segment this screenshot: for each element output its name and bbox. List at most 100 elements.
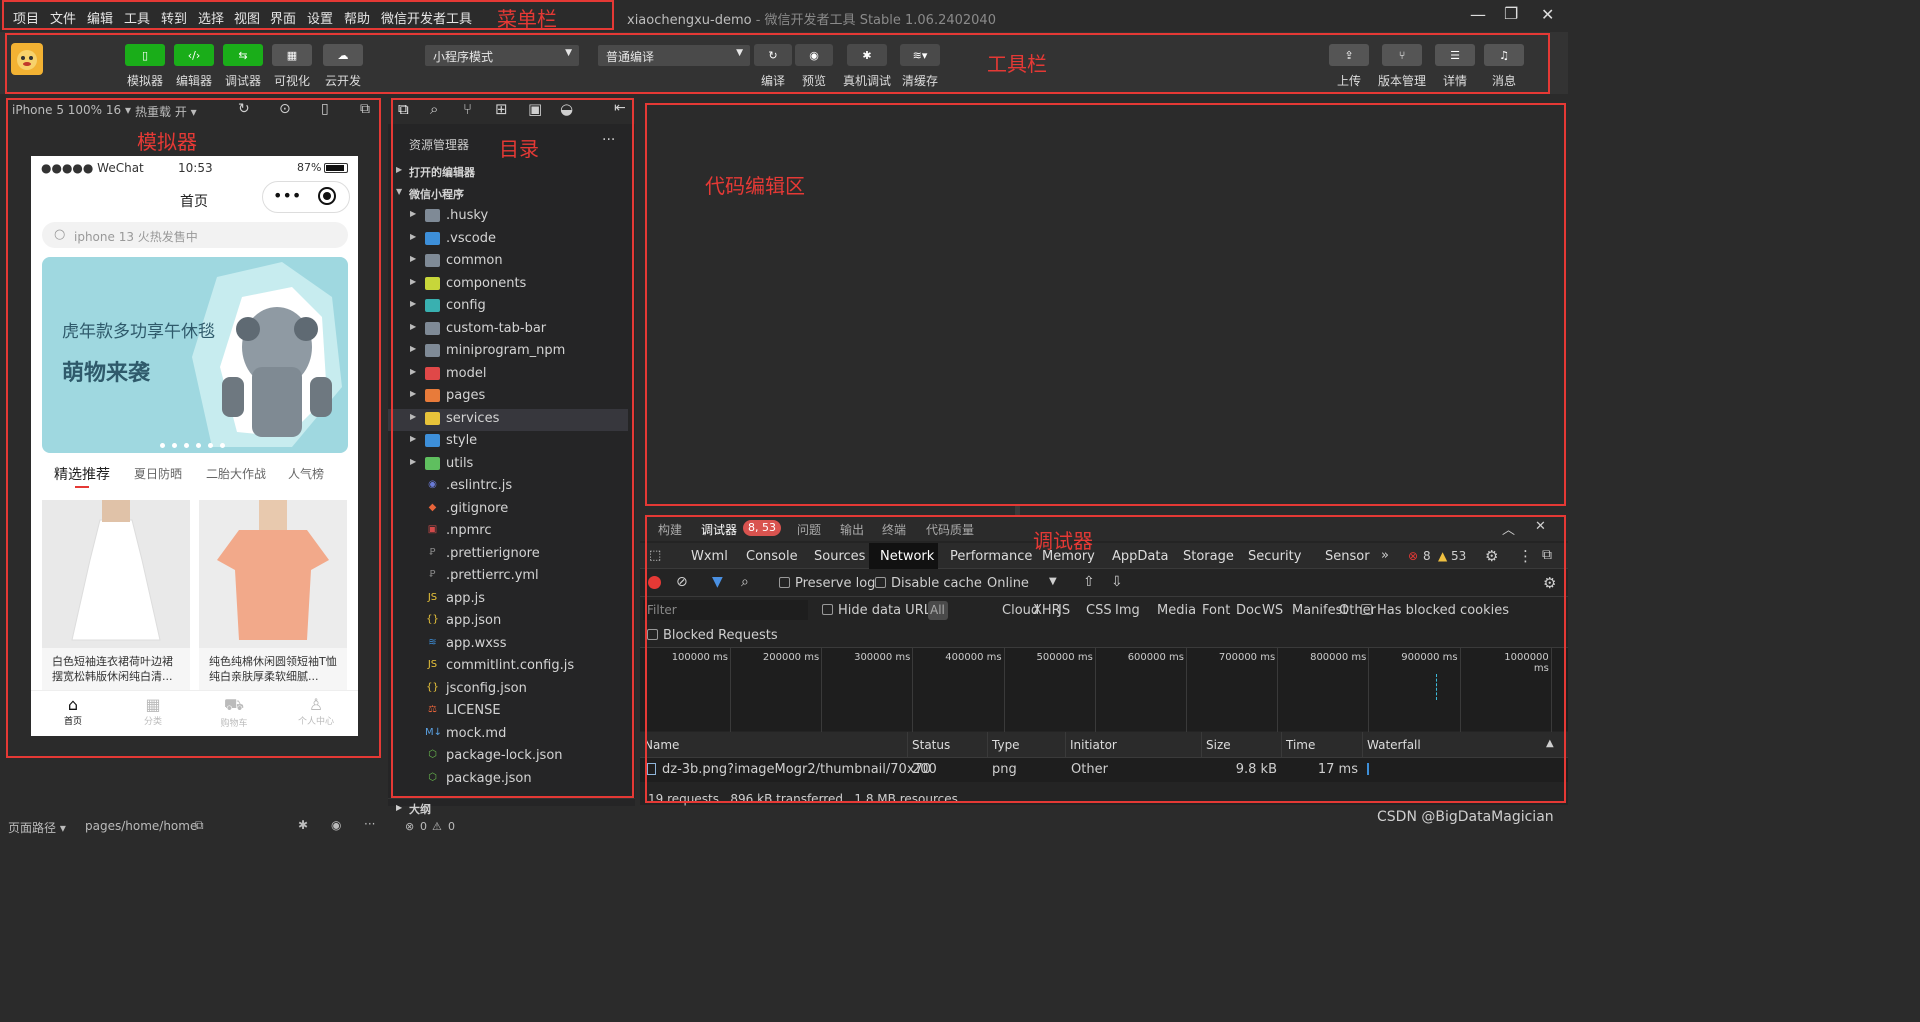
stop-icon[interactable]: ⊙ (279, 101, 291, 117)
type-filter-js[interactable]: JS (1058, 603, 1070, 618)
file-row[interactable]: {} jsconfig.json (388, 679, 628, 701)
tab-output[interactable]: 输出 (840, 521, 864, 538)
tabbar-category[interactable]: ▦ 分类 (133, 695, 173, 727)
messages-button[interactable]: ♫ (1484, 44, 1524, 66)
files-icon[interactable]: ⧉ (398, 100, 409, 118)
import-icon[interactable]: ⇧ (1083, 574, 1095, 590)
folder-row[interactable]: ▶ custom-tab-bar (388, 319, 628, 341)
capsule-menu[interactable]: ••• (262, 181, 350, 213)
chevron-up-icon[interactable]: ︿ (1502, 519, 1515, 538)
editor-toggle-button[interactable]: ‹/› (174, 44, 214, 66)
folder-row[interactable]: ▶ components (388, 274, 628, 296)
col-name[interactable]: Name (640, 732, 908, 758)
search-icon[interactable]: ⌕ (430, 100, 438, 118)
preserve-log-checkbox[interactable]: Preserve log (779, 576, 875, 591)
dock-icon[interactable]: ⧉ (1542, 547, 1552, 563)
folder-row[interactable]: ▶ miniprogram_npm (388, 341, 628, 363)
blocked-requests-checkbox[interactable]: Blocked Requests (647, 628, 778, 643)
col-time[interactable]: Time (1282, 732, 1363, 758)
tab-terminal[interactable]: 终端 (882, 521, 906, 538)
extensions-icon[interactable]: ⊞ (495, 100, 508, 118)
tabbar-home[interactable]: ⌂ 首页 (53, 695, 93, 727)
simulator-toggle-button[interactable]: ▯ (125, 44, 165, 66)
avatar[interactable] (11, 43, 43, 75)
tab-performance[interactable]: Performance (950, 549, 1032, 564)
maximize-icon[interactable]: ❐ (1504, 4, 1518, 23)
file-row[interactable]: {} app.json (388, 611, 628, 633)
col-waterfall[interactable]: Waterfall (1363, 732, 1568, 758)
type-filter-doc[interactable]: Doc (1236, 603, 1261, 618)
kebab-icon[interactable]: ⋮ (1518, 547, 1533, 565)
close-icon[interactable]: ✕ (1535, 519, 1546, 534)
clear-cache-button[interactable]: ≋▾ (900, 44, 940, 66)
menu-settings[interactable]: 设置 (307, 8, 333, 27)
explorer-more-icon[interactable]: ··· (602, 132, 615, 148)
collapse-panel-icon[interactable]: ⇤ (614, 100, 626, 116)
disable-cache-checkbox[interactable]: Disable cache (875, 576, 982, 591)
folder-row[interactable]: ▶ utils (388, 454, 628, 476)
folder-row[interactable]: ▶ .vscode (388, 229, 628, 251)
real-device-debug-button[interactable]: ✱ (847, 44, 887, 66)
close-miniprogram-icon[interactable] (318, 187, 336, 205)
tab-wxml[interactable]: Wxml (691, 549, 728, 564)
hot-reload-toggle[interactable]: 热重载 开 ▾ (135, 103, 197, 120)
mode-select[interactable]: 小程序模式 ▼ (425, 45, 579, 66)
menu-interface[interactable]: 界面 (270, 8, 296, 27)
section-open-editors[interactable]: ▶ 打开的编辑器 (388, 162, 628, 184)
file-row[interactable]: ◉ .eslintrc.js (388, 476, 628, 498)
compile-select[interactable]: 普通编译 ▼ (598, 45, 750, 66)
gear-icon[interactable]: ⚙ (1485, 547, 1498, 565)
type-all[interactable]: All (928, 601, 948, 620)
tab-sources[interactable]: Sources (814, 549, 865, 564)
status-error-count[interactable]: 0 (420, 820, 427, 833)
detach-icon[interactable]: ⧉ (360, 101, 370, 117)
col-type[interactable]: Type (988, 732, 1066, 758)
menu-tools[interactable]: 工具 (124, 8, 150, 27)
product-card[interactable]: 白色短袖连衣裙荷叶边裙摆宽松韩版休闲纯白清... (42, 500, 190, 690)
filter-input[interactable]: Filter (643, 600, 808, 620)
tab-problems[interactable]: 问题 (797, 521, 821, 538)
menu-select[interactable]: 选择 (198, 8, 224, 27)
folder-row[interactable]: ▶ model (388, 364, 628, 386)
status-warning-count[interactable]: 0 (448, 820, 455, 833)
file-row[interactable]: Ꝑ .prettierrc.yml (388, 566, 628, 588)
tab-featured[interactable]: 精选推荐 (54, 464, 110, 484)
export-icon[interactable]: ⇩ (1111, 574, 1123, 590)
menu-project[interactable]: 项目 (13, 8, 39, 27)
search-input[interactable]: ○ iphone 13 火热发售中 (42, 222, 348, 248)
bug-icon[interactable]: ✱ (298, 818, 308, 832)
product-card[interactable]: 纯色纯棉休闲圆领短袖T恤纯白亲肤厚柔软细腻... (199, 500, 347, 690)
file-row[interactable]: ⬡ package.json (388, 769, 628, 791)
tabbar-cart[interactable]: ⛟ 购物车 (214, 695, 254, 729)
tab-code-quality[interactable]: 代码质量 (926, 521, 974, 538)
visual-button[interactable]: ▦ (272, 44, 312, 66)
tab-security[interactable]: Security (1248, 549, 1301, 564)
error-count[interactable]: 8 (1423, 549, 1431, 563)
eye-icon[interactable]: ◉ (331, 818, 341, 832)
folder-row[interactable]: ▶ .husky (388, 206, 628, 228)
network-overview[interactable]: 100000 ms 200000 ms 300000 ms 400000 ms 5000… (640, 647, 1568, 732)
menu-goto[interactable]: 转到 (161, 8, 187, 27)
details-button[interactable]: ☰ (1435, 44, 1475, 66)
file-row[interactable]: ◆ .gitignore (388, 499, 628, 521)
folder-row[interactable]: ▶ pages (388, 386, 628, 408)
type-filter-font[interactable]: Font (1202, 603, 1230, 618)
file-row[interactable]: JS commitlint.config.js (388, 656, 628, 678)
tab-sensor[interactable]: Sensor (1325, 549, 1370, 564)
tabbar-profile[interactable]: ♙ 个人中心 (291, 695, 341, 727)
more-icon[interactable]: ··· (364, 817, 375, 831)
menu-help[interactable]: 帮助 (344, 8, 370, 27)
tab-debugger[interactable]: 调试器 (701, 521, 737, 538)
tab-console[interactable]: Console (746, 549, 798, 564)
tab-popular[interactable]: 人气榜 (288, 465, 324, 482)
git-icon[interactable]: ⑂ (463, 100, 472, 118)
col-status[interactable]: Status (908, 732, 988, 758)
docker-icon[interactable]: ◒ (560, 100, 573, 118)
more-tabs-icon[interactable]: » (1381, 548, 1389, 563)
warning-count[interactable]: 53 (1451, 549, 1466, 563)
file-row[interactable]: ⚖ LICENSE (388, 701, 628, 723)
file-row[interactable]: ≋ app.wxss (388, 634, 628, 656)
menu-edit[interactable]: 编辑 (87, 8, 113, 27)
tab-build[interactable]: 构建 (658, 521, 682, 538)
filter-icon[interactable]: ▼ (712, 574, 723, 590)
